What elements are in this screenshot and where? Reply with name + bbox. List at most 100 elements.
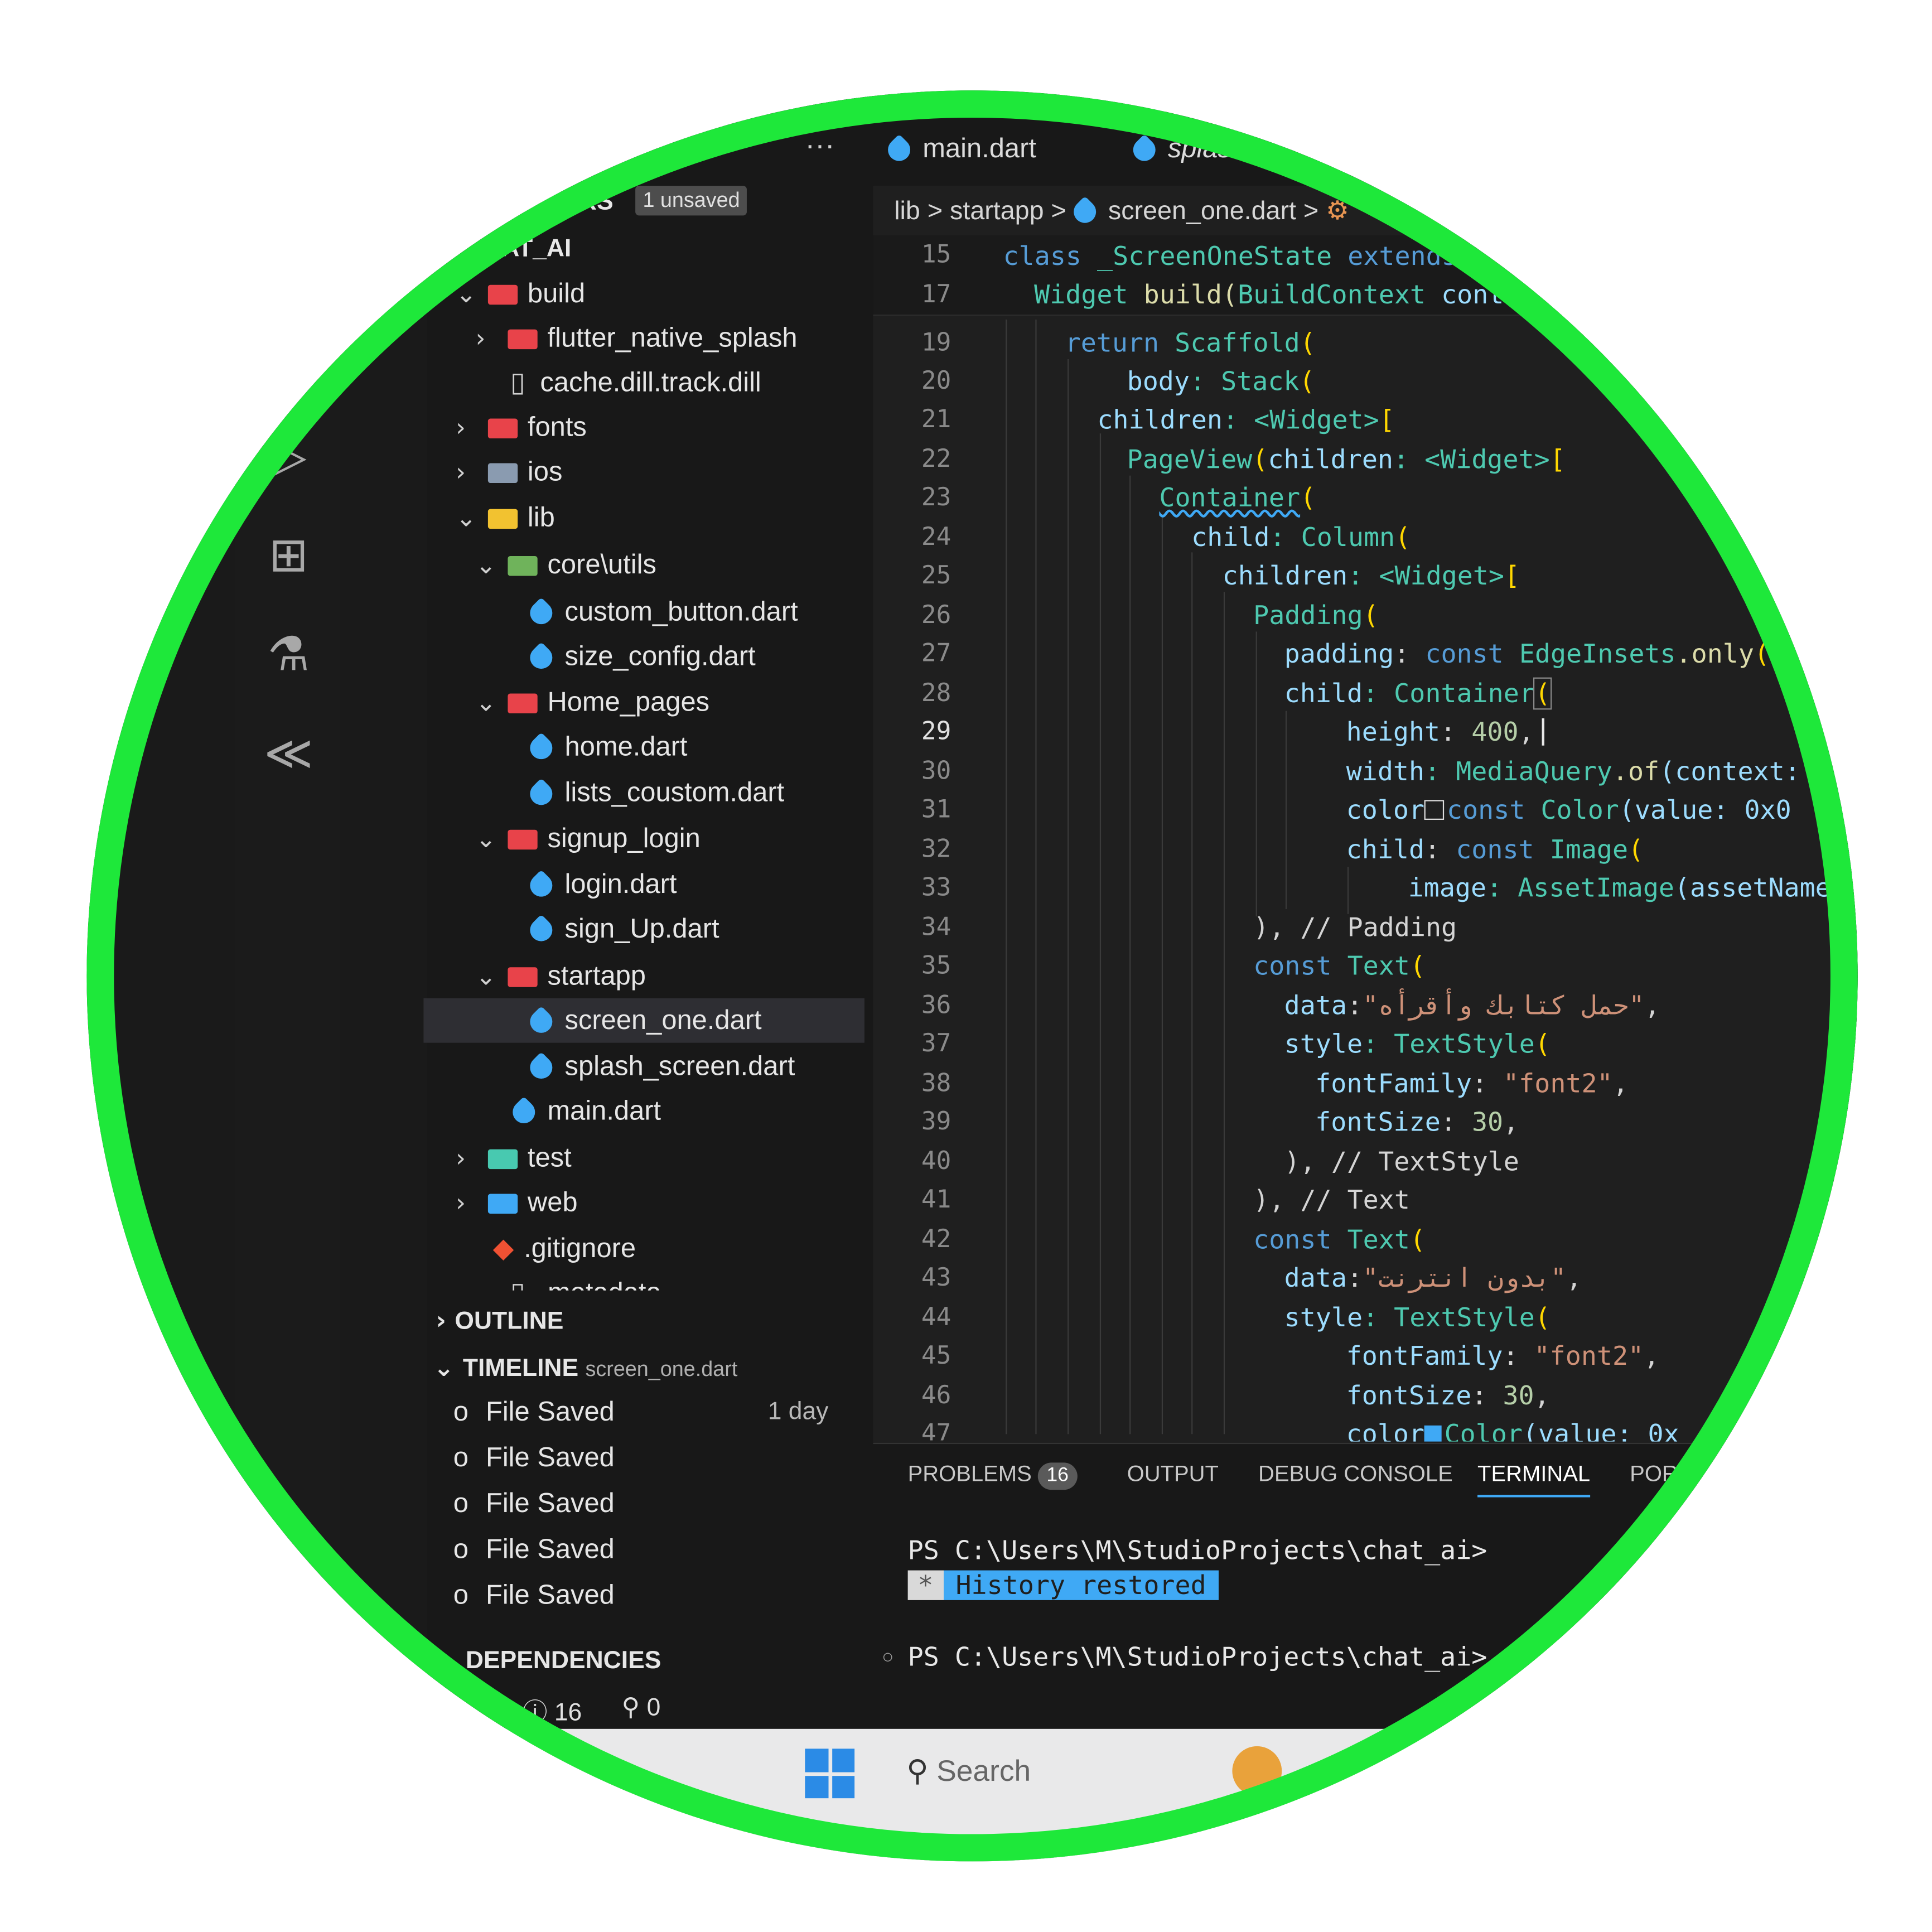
source-control-icon[interactable]: ⑂ xyxy=(254,322,323,391)
outline-section[interactable]: › OUTLINE xyxy=(436,1305,564,1336)
tree-label: custom_button.dart xyxy=(564,596,798,627)
timeline-entry[interactable]: o File Saved xyxy=(453,1436,615,1480)
tree-item-core-utils[interactable]: ⌄ core\utils xyxy=(476,543,656,587)
color-swatch[interactable] xyxy=(1424,800,1445,820)
tab-main-dart[interactable]: main.dart xyxy=(883,112,1036,186)
tree-item-lib[interactable]: ⌄ lib xyxy=(456,495,555,540)
token: (context: c xyxy=(1659,756,1832,787)
token: (value: 0x xyxy=(1522,1419,1679,1442)
status-ports[interactable]: ⚲ 0 xyxy=(622,1692,661,1723)
breadcrumb-file[interactable]: screen_one.dart xyxy=(1108,197,1296,225)
token: children xyxy=(1222,561,1348,591)
token: // Text xyxy=(1300,1185,1410,1215)
line-number: 21 xyxy=(921,403,951,434)
timeline-label: TIMELINE xyxy=(462,1355,579,1383)
code-line: style: TextStyle( xyxy=(1284,1029,1551,1059)
git-icon: ◆ xyxy=(492,1233,514,1265)
status-problems[interactable]: ⓘ 16 xyxy=(523,1692,582,1727)
tree-item-screen-one[interactable]: screen_one.dart xyxy=(525,998,762,1043)
flutter-icon[interactable]: ≪ xyxy=(254,718,323,788)
terminal-prompt: PS C:\Users\M\StudioProjects\chat_ai> xyxy=(907,1535,1487,1566)
extensions-icon[interactable]: ⊞ xyxy=(254,520,323,590)
tree-item-web[interactable]: › web xyxy=(456,1180,577,1225)
tree-item-build[interactable]: ⌄ build xyxy=(456,271,585,316)
timeline-entry-time: 1 day xyxy=(767,1398,829,1426)
breadcrumb-startapp[interactable]: startapp xyxy=(950,197,1044,225)
color-swatch[interactable] xyxy=(1424,1425,1442,1442)
tab-terminal[interactable]: TERMINAL xyxy=(1477,1461,1591,1498)
token: (t xyxy=(1754,639,1786,669)
tree-item-test[interactable]: › test xyxy=(456,1136,572,1180)
tree-item-login[interactable]: login.dart xyxy=(525,862,677,906)
folder-icon xyxy=(508,556,538,576)
folder-icon xyxy=(487,418,518,439)
token: : xyxy=(1346,1263,1363,1293)
tree-item-gitignore[interactable]: ◆ .gitignore xyxy=(493,1226,636,1271)
token: Container xyxy=(1159,482,1301,513)
tree-item-flutter-native-splash[interactable]: › flutter_native_splash xyxy=(476,316,798,360)
code-line: body: Stack( xyxy=(1127,366,1315,396)
token: BuildContext xyxy=(1238,279,1426,310)
tree-item-metadata[interactable]: ▯ .metadata xyxy=(510,1271,661,1290)
chevron-down-icon: ⌄ xyxy=(475,823,496,853)
testing-icon[interactable]: ⚗ xyxy=(254,619,323,688)
tree-item-cache-dill[interactable]: ▯ cache.dill.track.dill xyxy=(510,360,761,405)
dart-file-icon xyxy=(525,870,557,901)
tree-item-splash-screen[interactable]: splash_screen.dart xyxy=(525,1044,795,1089)
tree-item-ios[interactable]: › ios xyxy=(456,450,562,494)
token: // Padding xyxy=(1300,912,1457,943)
tab-output[interactable]: OUTPUT xyxy=(1127,1461,1219,1487)
timeline-entry[interactable]: o File Saved xyxy=(453,1481,615,1526)
token: const xyxy=(1425,639,1504,669)
tree-item-signup-login[interactable]: ⌄ signup_login xyxy=(476,816,701,861)
project-root[interactable]: …AT_AI xyxy=(477,235,571,264)
timeline-entry[interactable]: o File Saved xyxy=(453,1527,615,1572)
line-number: 24 xyxy=(921,521,951,552)
code-line: const Text( xyxy=(1253,951,1426,981)
taskbar-app-icon[interactable] xyxy=(1232,1746,1282,1796)
more-actions-icon[interactable]: ··· xyxy=(805,129,834,163)
token: 30 xyxy=(1503,1380,1534,1411)
tree-item-startapp[interactable]: ⌄ startapp xyxy=(476,954,646,998)
tree-item-home[interactable]: home.dart xyxy=(525,724,688,769)
code-line: ), // Padding xyxy=(1253,913,1457,943)
line-number: 44 xyxy=(921,1301,951,1332)
tree-item-sign-up[interactable]: sign_Up.dart xyxy=(525,906,719,951)
code-line: child: const Image( xyxy=(1346,835,1644,864)
timeline-section[interactable]: ⌄ TIMELINE screen_one.dart xyxy=(433,1353,737,1384)
token: color xyxy=(1346,795,1425,825)
windows-start-icon[interactable] xyxy=(805,1749,855,1799)
tree-item-home-pages[interactable]: ⌄ Home_pages xyxy=(476,680,709,724)
tree-item-main[interactable]: main.dart xyxy=(508,1089,661,1133)
token: , xyxy=(1534,1380,1550,1411)
taskbar-search[interactable]: ⚲ Search xyxy=(906,1754,1031,1789)
line-number: 20 xyxy=(921,365,951,395)
account-icon[interactable]: ☺ xyxy=(254,1501,323,1570)
timeline-entry[interactable]: o File Saved xyxy=(453,1389,615,1434)
timeline-entry[interactable]: o File Saved xyxy=(453,1573,615,1617)
run-debug-icon[interactable]: ▷ xyxy=(254,421,323,490)
token: Widget xyxy=(1034,279,1128,310)
dependencies-section[interactable]: DEPENDENCIES xyxy=(466,1647,661,1675)
class-symbol-icon: ⚙ xyxy=(1326,197,1349,226)
tab-splash-screen[interactable]: splash_sc xyxy=(1128,112,1289,186)
file-icon: ▯ xyxy=(510,366,525,398)
tree-label: size_config.dart xyxy=(564,640,756,672)
terminal-history-line: * History restored xyxy=(907,1570,1219,1600)
tab-debug-console[interactable]: DEBUG CONSOLE xyxy=(1258,1461,1453,1487)
tree-item-lists-coustom[interactable]: lists_coustom.dart xyxy=(525,770,784,815)
tree-item-fonts[interactable]: › fonts xyxy=(456,405,587,450)
tree-item-custom-button[interactable]: custom_button.dart xyxy=(525,590,798,634)
dart-file-icon xyxy=(525,597,557,629)
token: ( xyxy=(1395,523,1411,553)
breadcrumb-lib[interactable]: lib xyxy=(894,197,920,225)
line-number: 22 xyxy=(921,443,951,474)
tab-ports[interactable]: PORT xyxy=(1630,1461,1691,1487)
token: , xyxy=(1566,1263,1582,1293)
token: ( xyxy=(1534,1302,1551,1333)
chevron-right-icon: › xyxy=(475,323,486,353)
terminal-prompt[interactable]: PS C:\Users\M\StudioProjects\chat_ai> xyxy=(908,1642,1487,1672)
tree-item-size-config[interactable]: size_config.dart xyxy=(525,634,756,679)
tab-problems[interactable]: PROBLEMS 16 xyxy=(908,1461,1078,1490)
token: image xyxy=(1408,873,1487,903)
